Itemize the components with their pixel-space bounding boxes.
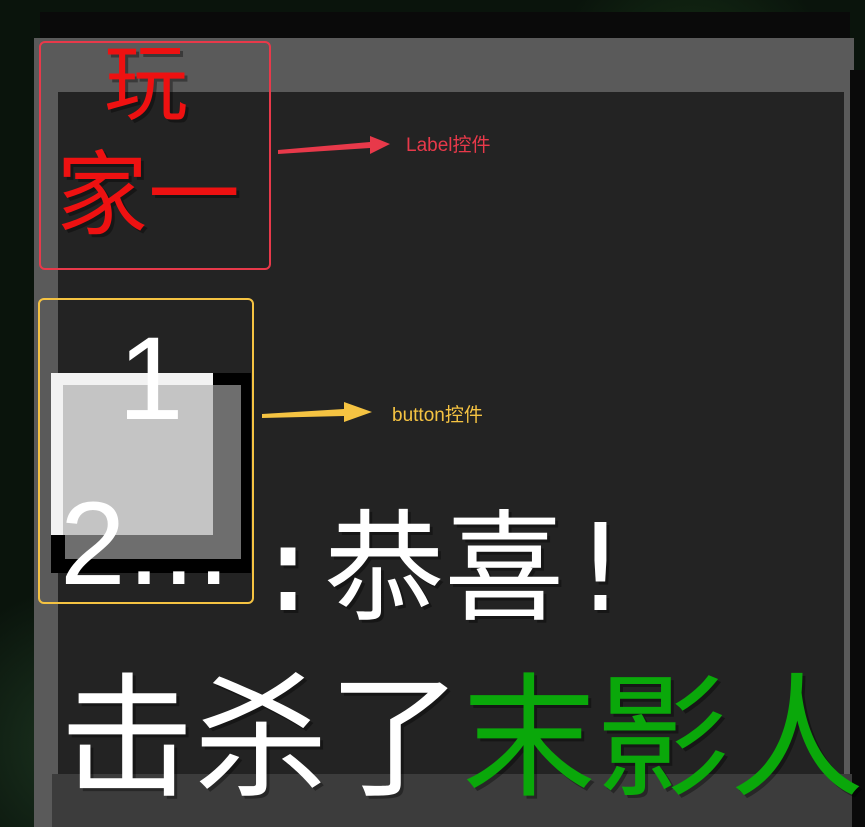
label-highlight-box [39,41,271,270]
button-annotation: button控件 [392,405,483,426]
kill-message-prefix: 击杀了 [60,661,463,817]
kill-message: 击杀了末影人 [60,672,864,806]
mob-name: 末影人 [462,661,865,817]
label-annotation: Label控件 [406,135,491,156]
button-highlight-box [38,298,254,604]
label-arrow-icon [278,136,390,154]
button-arrow-icon [262,402,372,422]
congrats-message: :恭喜! [252,500,637,639]
